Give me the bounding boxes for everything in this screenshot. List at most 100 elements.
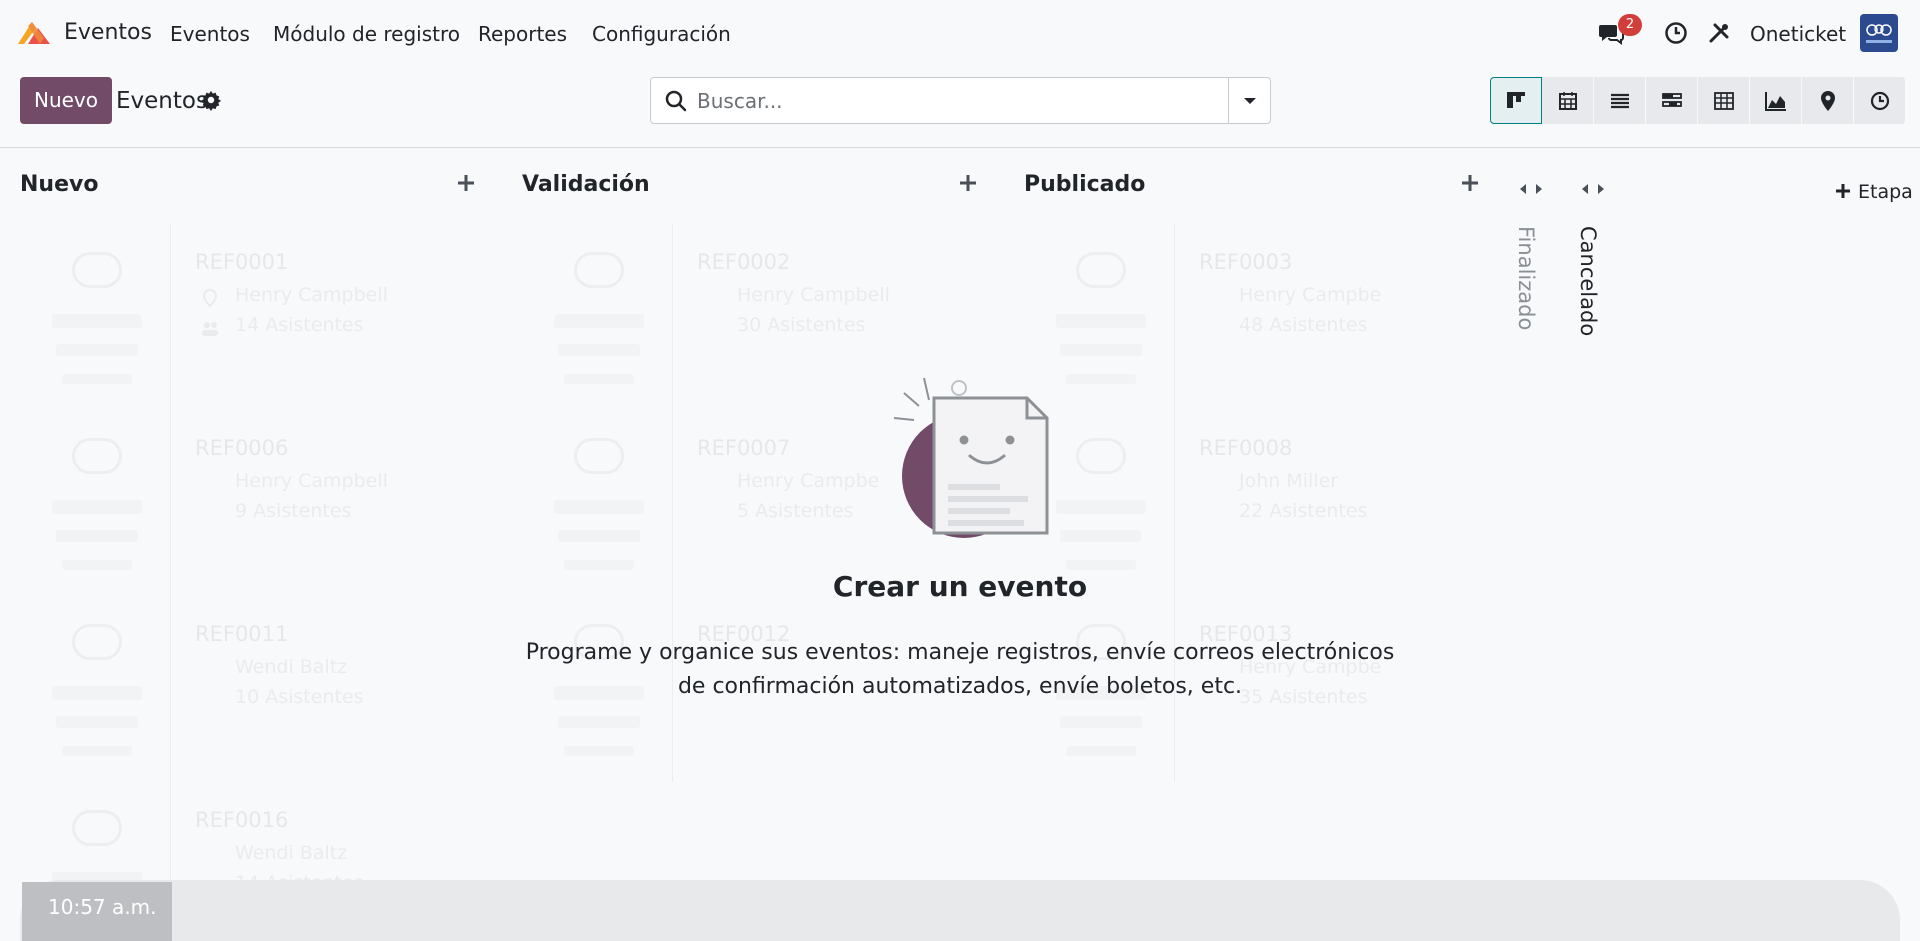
add-stage-label: Etapa [1858,181,1913,203]
card-location: Wendi Baltz [235,656,348,678]
card-ref: REF0008 [1199,436,1293,460]
card-ref: REF0006 [195,436,289,460]
pivot-table-icon [1713,91,1734,110]
card-location: Henry Campbell [737,284,890,306]
attendees-icon [202,322,218,336]
column-add-plus-icon[interactable] [1457,170,1483,196]
card-date-block [524,596,673,782]
bottom-overlay [20,880,1900,941]
sample-event-card: REF0007 Henry Campbe 5 Asistentes [524,410,1004,596]
map-pin-icon [1820,90,1835,111]
card-date-block [1026,410,1175,596]
column-add-plus-icon[interactable] [955,170,981,196]
card-date-block [22,224,171,410]
bottom-time-block: 10:57 a.m. [22,882,172,941]
app-title[interactable]: Eventos [64,20,152,45]
card-date-block [22,410,171,596]
card-date-block [524,410,673,596]
sample-event-card: REF0013 Henry Campbe 35 Asistentes [1026,596,1466,782]
card-date-block [22,596,171,782]
expand-arrows-icon[interactable] [1518,180,1544,198]
menu-configuracion[interactable]: Configuración [592,22,731,46]
card-date-block [524,224,673,410]
search-icon [665,90,687,112]
card-ref: REF0001 [195,250,289,274]
column-title-publicado[interactable]: Publicado [1024,172,1145,197]
card-attendees: 48 Asistentes [1239,314,1368,336]
card-location: Wendi Baltz [235,842,348,864]
kanban-board: Nuevo Validación Publicado Finalizado Ca… [0,148,1920,941]
search-input[interactable] [697,78,1197,123]
sample-event-card: REF0012 [524,596,1004,782]
card-ref: REF0012 [697,622,791,646]
card-ref: REF0007 [697,436,791,460]
user-avatar[interactable] [1860,14,1898,52]
new-button[interactable]: Nuevo [20,77,112,124]
company-name[interactable]: Oneticket [1750,22,1846,46]
column-title-nuevo[interactable]: Nuevo [20,172,98,197]
card-ref: REF0016 [195,808,289,832]
graph-view-button[interactable] [1750,77,1802,124]
card-ref: REF0011 [195,622,289,646]
list-icon [1610,93,1629,108]
expand-arrows-icon[interactable] [1580,180,1606,198]
card-attendees: 22 Asistentes [1239,500,1368,522]
card-ref: REF0003 [1199,250,1293,274]
card-date-block [1026,596,1175,782]
clock-icon [1870,91,1889,110]
folded-column-finalizado[interactable]: Finalizado [1514,226,1538,330]
card-attendees: 10 Asistentes [235,686,364,708]
list-view-button[interactable] [1594,77,1646,124]
messages-badge: 2 [1618,14,1642,36]
sample-event-card: REF0008 John Miller 22 Asistentes [1026,410,1466,596]
column-add-plus-icon[interactable] [453,170,479,196]
caret-down-icon [1243,97,1256,104]
card-location: Henry Campbe [1239,656,1382,678]
menu-reportes[interactable]: Reportes [478,22,567,46]
area-chart-icon [1764,91,1786,111]
card-attendees: 35 Asistentes [1239,686,1368,708]
add-stage-button[interactable]: Etapa [1834,181,1913,203]
card-location: Henry Campbe [737,470,880,492]
breadcrumb: Eventos [116,88,208,114]
calendar-view-button[interactable] [1542,77,1594,124]
menu-modulo-registro[interactable]: Módulo de registro [273,22,460,46]
top-navbar: Eventos Eventos Módulo de registro Repor… [0,0,1920,65]
activity-view-button[interactable] [1854,77,1906,124]
card-attendees: 5 Asistentes [737,500,854,522]
column-title-validacion[interactable]: Validación [522,172,650,197]
card-attendees: 14 Asistentes [235,314,364,336]
card-attendees: 9 Asistentes [235,500,352,522]
sample-event-card: REF0002 Henry Campbell 30 Asistentes [524,224,1004,410]
card-date-block [1026,224,1175,410]
search-options-toggle[interactable] [1228,78,1270,123]
card-ref: REF0013 [1199,622,1293,646]
card-location: Henry Campbell [235,284,388,306]
gantt-icon [1661,92,1682,107]
gear-icon[interactable] [200,89,222,111]
sample-event-card: REF0003 Henry Campbe 48 Asistentes [1026,224,1466,410]
gantt-view-button[interactable] [1646,77,1698,124]
sample-event-card: REF0011 Wendi Baltz 10 Asistentes [22,596,502,782]
kanban-icon [1507,91,1525,108]
card-attendees: 30 Asistentes [737,314,866,336]
card-location: Henry Campbe [1239,284,1382,306]
events-app-icon[interactable] [14,16,54,48]
sample-event-card: REF0006 Henry Campbell 9 Asistentes [22,410,502,596]
map-view-button[interactable] [1802,77,1854,124]
sample-event-card: REF0001 Henry Campbell 14 Asistentes [22,224,502,410]
plus-icon [1836,184,1850,198]
time-text: 10:57 a.m. [48,895,157,919]
card-location: John Miller [1239,470,1339,492]
folded-column-cancelado[interactable]: Cancelado [1576,226,1600,336]
card-ref: REF0002 [697,250,791,274]
kanban-view-button[interactable] [1490,77,1542,124]
menu-eventos[interactable]: Eventos [170,22,250,46]
tools-icon[interactable] [1704,18,1734,48]
location-icon [202,288,218,308]
control-panel: Nuevo Eventos [0,65,1920,148]
pivot-view-button[interactable] [1698,77,1750,124]
card-location: Henry Campbell [235,470,388,492]
calendar-icon [1558,91,1577,110]
activity-clock-icon[interactable] [1661,18,1691,48]
